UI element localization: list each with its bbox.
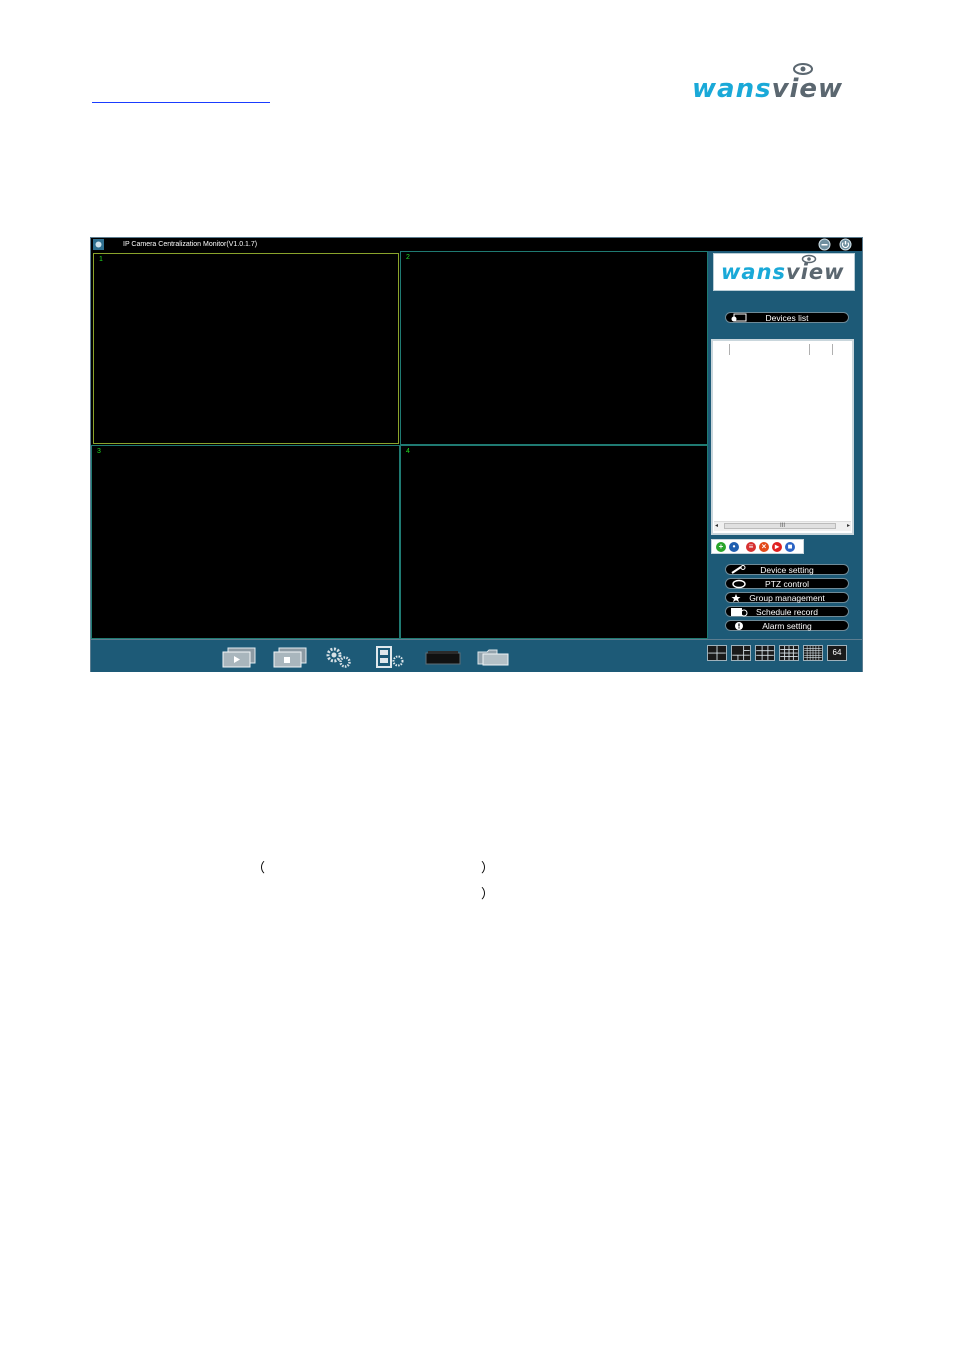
alarm-icon <box>735 622 743 630</box>
schedule-record-button[interactable]: Schedule record <box>725 606 849 617</box>
paren-open: （ <box>252 861 266 876</box>
eye-icon <box>793 63 813 75</box>
video-grid: 1 2 3 4 <box>91 251 708 639</box>
layout-9-icon[interactable] <box>755 645 775 661</box>
stop-all-icon[interactable] <box>272 646 308 668</box>
devices-list-label: Devices list <box>765 313 809 323</box>
logo-text-wans: wans <box>721 260 787 284</box>
group-management-label: Group management <box>749 593 825 603</box>
star-icon <box>731 594 741 602</box>
stop-device-icon[interactable]: ■ <box>785 542 795 552</box>
search-device-icon[interactable]: • <box>729 542 739 552</box>
video-pane-2[interactable]: 2 <box>400 251 708 445</box>
folder-icon[interactable] <box>475 646 511 668</box>
scroll-left-icon[interactable]: ◂ <box>715 522 718 531</box>
device-setting-button[interactable]: Device setting <box>725 564 849 575</box>
device-action-bar: + • ≡ × ▸ ■ <box>711 539 804 554</box>
video-settings-icon[interactable] <box>374 646 410 668</box>
logo-text-wans: wans <box>692 74 772 104</box>
scroll-thumb[interactable]: III <box>724 523 836 529</box>
pane-number: 1 <box>99 256 103 263</box>
wrench-icon <box>731 565 746 574</box>
column-divider <box>729 344 730 355</box>
layout-16-icon[interactable] <box>779 645 799 661</box>
film-clock-icon <box>731 608 748 617</box>
app-window: IP Camera Centralization Monitor(V1.0.1.… <box>90 237 863 672</box>
side-wansview-logo: wansview <box>721 254 845 284</box>
wansview-logo: wansview <box>692 63 844 104</box>
scroll-grip: III <box>780 523 786 529</box>
video-pane-3[interactable]: 3 <box>91 445 400 639</box>
pane-number: 4 <box>406 448 410 455</box>
add-device-icon[interactable]: + <box>716 542 726 552</box>
edit-device-icon[interactable]: ≡ <box>746 542 756 552</box>
start-all-icon[interactable] <box>221 646 257 668</box>
layout-64-button[interactable]: 64 <box>827 645 847 661</box>
alarm-setting-label: Alarm setting <box>762 621 812 631</box>
devices-list-button[interactable]: Devices list <box>725 312 849 323</box>
ptz-control-button[interactable]: PTZ control <box>725 578 849 589</box>
pane-number: 3 <box>97 448 101 455</box>
bottom-toolbar: 64 <box>91 639 862 672</box>
device-icon <box>731 313 747 322</box>
alarm-setting-button[interactable]: Alarm setting <box>725 620 849 631</box>
eye-icon <box>801 254 817 264</box>
window-title: IP Camera Centralization Monitor(V1.0.1.… <box>123 241 258 248</box>
scroll-right-icon[interactable]: ▸ <box>847 522 850 531</box>
layout-4-icon[interactable] <box>707 645 727 661</box>
device-setting-label: Device setting <box>760 565 814 575</box>
pane-number: 2 <box>406 254 410 261</box>
layout-64-label: 64 <box>832 648 842 657</box>
delete-device-icon[interactable]: × <box>759 542 769 552</box>
nvr-device-icon[interactable] <box>425 646 461 668</box>
title-bar: IP Camera Centralization Monitor(V1.0.1.… <box>91 238 862 251</box>
video-pane-1[interactable]: 1 <box>93 253 399 444</box>
layout-6-icon[interactable] <box>731 645 751 661</box>
header-link-underline[interactable] <box>92 88 270 103</box>
layout-36-icon[interactable] <box>803 645 823 661</box>
paren-close: ） <box>481 887 495 902</box>
ptz-control-label: PTZ control <box>765 579 809 589</box>
minimize-icon[interactable] <box>818 238 831 251</box>
group-management-button[interactable]: Group management <box>725 592 849 603</box>
device-list[interactable]: ◂ III ▸ <box>711 339 854 535</box>
schedule-record-label: Schedule record <box>756 607 818 617</box>
video-pane-4[interactable]: 4 <box>400 445 708 639</box>
gears-icon[interactable] <box>323 646 359 668</box>
side-panel: wansview Devices list ◂ III ▸ + • ≡ × ▸ … <box>708 251 862 639</box>
ptz-icon <box>732 579 746 589</box>
column-divider <box>809 344 810 355</box>
app-icon <box>93 239 104 250</box>
play-device-icon[interactable]: ▸ <box>772 542 782 552</box>
side-logo-box: wansview <box>713 253 855 291</box>
paren-close: ） <box>481 861 495 876</box>
power-icon[interactable] <box>839 238 852 251</box>
column-divider <box>832 344 833 355</box>
horizontal-scrollbar[interactable]: ◂ III ▸ <box>714 521 851 531</box>
logo-text-view: view <box>771 74 844 104</box>
